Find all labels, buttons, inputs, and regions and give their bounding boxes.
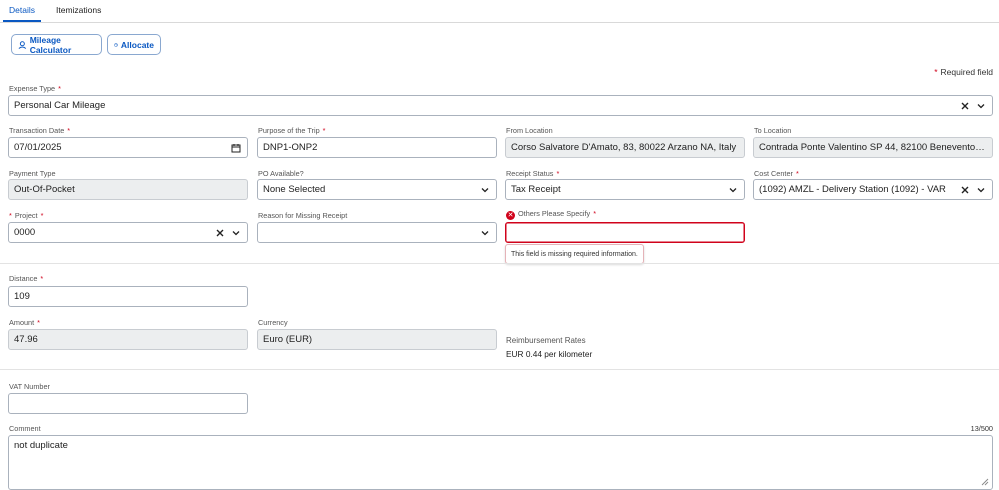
to-location-field: Contrada Ponte Valentino SP 44, 82100 Be… — [753, 137, 993, 158]
po-available-select[interactable]: None Selected — [257, 179, 497, 200]
purpose-label: Purpose of the Trip * — [258, 126, 326, 135]
payment-type-label: Payment Type — [9, 169, 56, 178]
mileage-calculator-label: Mileage Calculator — [29, 34, 72, 55]
receipt-status-label: Receipt Status * — [506, 169, 560, 178]
calendar-icon[interactable] — [230, 142, 242, 154]
to-location-label: To Location — [754, 126, 792, 135]
tab-itemizations[interactable]: Itemizations — [56, 5, 101, 15]
vat-number-input[interactable] — [8, 393, 248, 414]
allocate-button[interactable]: Allocate — [107, 34, 161, 55]
receipt-status-select[interactable]: Tax Receipt — [505, 179, 745, 200]
section-divider — [0, 369, 999, 370]
section-divider — [0, 263, 999, 264]
currency-field: Euro (EUR) — [257, 329, 497, 350]
mileage-icon — [18, 40, 27, 49]
comment-char-counter: 13/500 — [970, 424, 993, 433]
currency-label: Currency — [258, 318, 288, 327]
missing-receipt-reason-select[interactable] — [257, 222, 497, 243]
error-icon: ✕ — [506, 211, 515, 220]
expense-type-label: Expense Type * — [9, 84, 61, 93]
chevron-down-icon[interactable] — [975, 184, 987, 196]
comment-label: Comment — [9, 424, 41, 433]
payment-type-field: Out-Of-Pocket — [8, 179, 248, 200]
chevron-down-icon[interactable] — [230, 227, 242, 239]
required-field-note: * Required field — [934, 67, 993, 77]
others-specify-input[interactable] — [505, 222, 745, 243]
others-specify-label: ✕ Others Please Specify * — [506, 209, 597, 220]
distance-label: Distance * — [9, 274, 44, 283]
resize-grip-icon[interactable] — [980, 477, 989, 486]
missing-receipt-reason-label: Reason for Missing Receipt — [258, 211, 348, 220]
cost-center-label: Cost Center * — [754, 169, 799, 178]
reimbursement-rates-label: Reimbursement Rates — [506, 336, 586, 345]
tab-details[interactable]: Details — [9, 5, 35, 15]
distance-input[interactable]: 109 — [8, 286, 248, 307]
po-available-label: PO Available? — [258, 169, 304, 178]
allocate-label: Allocate — [120, 39, 154, 50]
expense-type-select[interactable]: Personal Car Mileage — [8, 95, 993, 116]
chevron-down-icon[interactable] — [975, 100, 987, 112]
purpose-input[interactable]: DNP1-ONP2 — [257, 137, 497, 158]
active-tab-indicator — [3, 20, 41, 22]
allocate-icon — [114, 42, 118, 47]
clear-icon[interactable] — [214, 227, 226, 239]
mileage-calculator-button[interactable]: Mileage Calculator — [11, 34, 102, 55]
amount-label: Amount * — [9, 318, 40, 327]
cost-center-select[interactable]: (1092) AMZL - Delivery Station (1092) - … — [753, 179, 993, 200]
reimbursement-rates-value: EUR 0.44 per kilometer — [506, 349, 593, 359]
chevron-down-icon[interactable] — [479, 227, 491, 239]
project-select[interactable]: 0000 — [8, 222, 248, 243]
from-location-label: From Location — [506, 126, 553, 135]
comment-textarea[interactable]: not duplicate — [8, 435, 993, 490]
from-location-field: Corso Salvatore D'Amato, 83, 80022 Arzan… — [505, 137, 745, 158]
error-tooltip: This field is missing required informati… — [505, 244, 644, 264]
chevron-down-icon[interactable] — [479, 184, 491, 196]
clear-icon[interactable] — [959, 184, 971, 196]
vat-number-label: VAT Number — [9, 382, 50, 391]
project-label: * Project * — [9, 211, 44, 220]
transaction-date-label: Transaction Date * — [9, 126, 71, 135]
chevron-down-icon[interactable] — [727, 184, 739, 196]
comment-text: not duplicate — [14, 440, 68, 451]
clear-icon[interactable] — [959, 100, 971, 112]
amount-field: 47.96 — [8, 329, 248, 350]
transaction-date-input[interactable]: 07/01/2025 — [8, 137, 248, 158]
tab-bar: Details Itemizations — [0, 0, 999, 23]
